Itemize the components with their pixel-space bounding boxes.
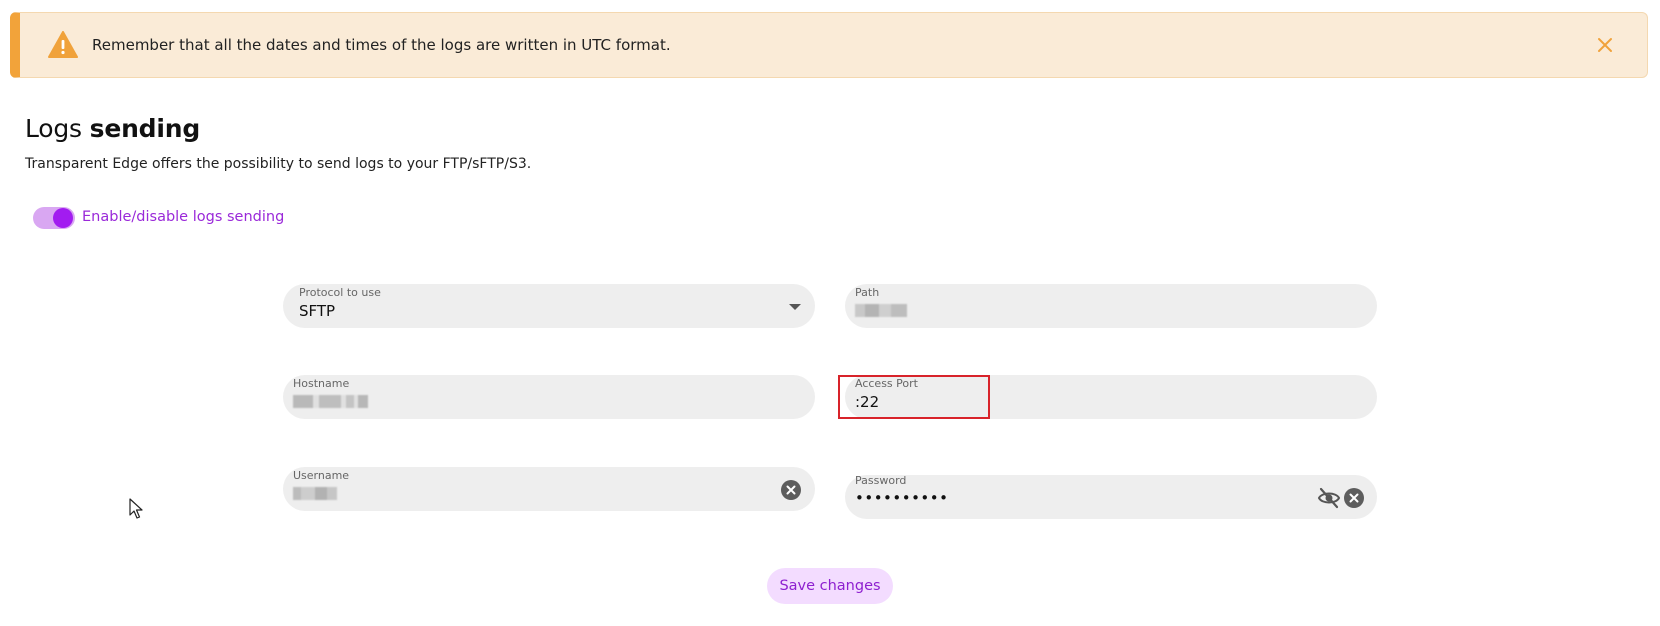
toggle-knob <box>53 208 73 228</box>
hostname-redacted-value <box>293 395 368 408</box>
utc-warning-alert: Remember that all the dates and times of… <box>10 12 1648 78</box>
username-redacted-value <box>293 487 337 500</box>
protocol-select[interactable]: Protocol to use SFTP <box>283 284 815 328</box>
page-title: Logs sending <box>25 114 200 143</box>
clear-password-button[interactable] <box>1344 488 1364 508</box>
alert-message: Remember that all the dates and times of… <box>92 36 671 54</box>
password-label: Password <box>855 474 907 487</box>
password-field[interactable]: Password •••••••••• <box>845 474 1377 519</box>
path-field[interactable]: Path <box>845 284 1377 328</box>
protocol-value: SFTP <box>299 302 336 320</box>
hostname-label: Hostname <box>293 377 350 390</box>
close-icon[interactable] <box>1593 33 1617 57</box>
page-title-bold: sending <box>89 114 201 143</box>
username-label: Username <box>293 469 350 482</box>
page-title-light: Logs <box>25 114 82 143</box>
path-label: Path <box>855 286 880 299</box>
protocol-label: Protocol to use <box>299 286 381 299</box>
username-field[interactable]: Username <box>283 467 815 511</box>
clear-icon <box>1349 493 1359 503</box>
mouse-cursor-icon <box>129 498 143 519</box>
clear-icon <box>786 485 796 495</box>
logs-sending-toggle-label[interactable]: Enable/disable logs sending <box>82 209 284 225</box>
password-value: •••••••••• <box>855 489 949 507</box>
clear-username-button[interactable] <box>781 480 801 500</box>
hostname-field[interactable]: Hostname <box>283 375 815 419</box>
logs-sending-toggle[interactable] <box>33 207 75 229</box>
save-changes-button[interactable]: Save changes <box>767 568 893 604</box>
eye-off-icon[interactable] <box>1317 487 1341 509</box>
page-subtitle: Transparent Edge offers the possibility … <box>25 156 532 172</box>
warning-icon <box>48 31 78 58</box>
dropdown-arrow-icon[interactable] <box>789 304 801 310</box>
access-port-highlight <box>838 375 990 419</box>
path-redacted-value <box>855 304 907 317</box>
